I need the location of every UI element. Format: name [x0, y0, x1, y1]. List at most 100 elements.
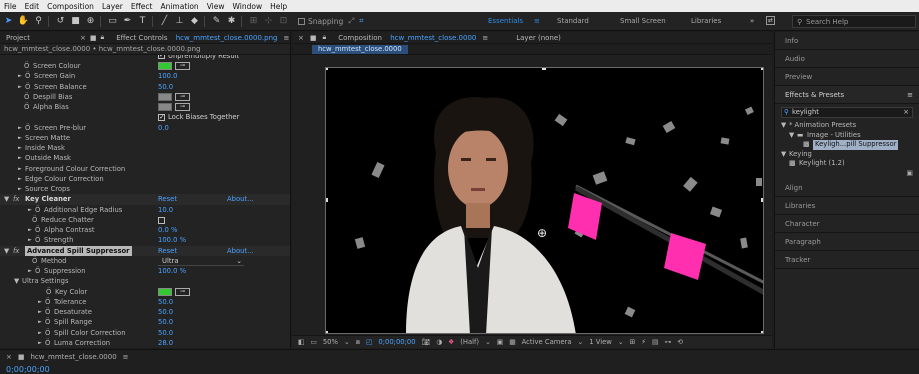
expand-arrow-icon[interactable]: ► — [28, 225, 32, 235]
workspace-libraries[interactable]: Libraries — [691, 17, 721, 25]
eyedropper-icon[interactable]: ⊸ — [175, 103, 190, 111]
expand-arrow-icon[interactable]: ► — [18, 123, 22, 133]
stopwatch-icon[interactable]: Ö — [25, 71, 30, 81]
expand-arrow-icon[interactable]: ► — [28, 205, 32, 215]
local-axis-mode-icon[interactable]: ⊞ — [247, 15, 260, 28]
expand-arrow-icon[interactable]: ► — [38, 317, 42, 327]
snapping-options-icon[interactable]: ⤢ — [348, 16, 354, 26]
disclosure-triangle-icon[interactable]: ▼ — [4, 194, 9, 204]
menu-item-composition[interactable]: Composition — [47, 2, 94, 11]
channel-icon[interactable]: ❖ — [448, 338, 454, 346]
type-tool-icon[interactable]: T — [136, 15, 149, 28]
property-value[interactable]: 50.0 — [158, 82, 173, 92]
stopwatch-icon[interactable]: Ö — [46, 287, 51, 297]
stopwatch-icon[interactable]: Ö — [32, 256, 37, 266]
resolution-dropdown[interactable]: (Half) — [460, 338, 479, 346]
color-swatch[interactable] — [158, 62, 172, 70]
property-value[interactable]: 50.0 — [158, 297, 173, 307]
menu-item-view[interactable]: View — [207, 2, 225, 11]
lock-biases-checkbox[interactable] — [158, 112, 165, 123]
property-row-screen-matte[interactable]: ► Screen Matte — [0, 133, 290, 143]
property-row-method[interactable]: Ö Method Ultra ⌄ — [0, 256, 290, 266]
property-value[interactable]: 50.0 — [158, 317, 173, 327]
close-tab-icon[interactable]: × — [298, 34, 304, 42]
panel-menu-icon[interactable]: ≡ — [482, 34, 488, 42]
workspace-standard[interactable]: Standard — [557, 17, 589, 25]
panel-character[interactable]: Character — [775, 215, 919, 233]
eyedropper-icon[interactable]: ⊸ — [175, 62, 190, 70]
stopwatch-icon[interactable]: Ö — [25, 82, 30, 92]
color-swatch[interactable] — [158, 287, 172, 296]
panel-menu-icon[interactable]: ≡ — [283, 34, 289, 42]
property-value[interactable]: 50.0 — [158, 307, 173, 317]
preview-monitor-icon[interactable]: ▭ — [310, 338, 316, 346]
snapshot-camera-icon[interactable]: 📷︎ — [422, 338, 431, 346]
pan-behind-tool-icon[interactable]: ⊕ — [84, 15, 97, 28]
property-row-alpha-bias[interactable]: Ö Alpha Bias ⊸ — [0, 102, 290, 112]
stopwatch-icon[interactable]: Ö — [45, 317, 50, 327]
property-row-lock-biases-together[interactable]: Lock Biases Together — [0, 112, 290, 123]
clear-search-icon[interactable]: × — [903, 108, 909, 117]
property-value[interactable]: 28.0 — [158, 338, 173, 348]
property-row-strength[interactable]: ► Ö Strength 100.0 % — [0, 235, 290, 245]
property-row-spill-range[interactable]: ► Ö Spill Range 50.0 — [0, 317, 290, 327]
property-row-luma-correction[interactable]: ► Ö Luma Correction 28.0 — [0, 338, 290, 348]
disclosure-triangle-icon[interactable]: ▼ — [14, 276, 19, 286]
timeline-timecode[interactable]: 0;00;00;00 — [6, 365, 50, 374]
transform-handle[interactable] — [761, 198, 763, 202]
property-row-screen-pre-blur[interactable]: ► Ö Screen Pre-blur 0.0 — [0, 123, 290, 133]
expand-arrow-icon[interactable]: ► — [18, 153, 22, 163]
stopwatch-icon[interactable]: Ö — [35, 235, 40, 245]
transform-handle[interactable] — [542, 68, 546, 70]
unpremultiply-checkbox[interactable] — [158, 55, 165, 60]
disclosure-triangle-icon[interactable]: ▼ — [781, 150, 786, 160]
disclosure-triangle-icon[interactable]: ▼ — [4, 246, 9, 256]
views-dropdown[interactable]: 1 View — [589, 338, 612, 346]
expand-arrow-icon[interactable]: ► — [28, 235, 32, 245]
snapping-feature-icon[interactable]: ⌗ — [359, 16, 363, 26]
effects-tree-item[interactable]: ▼ * Animation Presets — [775, 121, 919, 131]
panel-tracker[interactable]: Tracker — [775, 251, 919, 269]
menu-item-effect[interactable]: Effect — [131, 2, 153, 11]
transform-handle[interactable] — [761, 331, 763, 333]
property-row-outside-mask[interactable]: ► Outside Mask — [0, 153, 290, 163]
property-row-key-color[interactable]: Ö Key Color ⊸ — [0, 287, 290, 297]
property-value[interactable]: 100.0 — [158, 71, 177, 81]
panel-info[interactable]: Info — [775, 32, 919, 50]
view-axis-mode-icon[interactable]: ⊡ — [277, 15, 290, 28]
tab-composition[interactable]: Composition hcw_mmtest_close.0000 — [332, 34, 476, 42]
property-row-ultra-settings[interactable]: ▼ Ultra Settings — [0, 276, 290, 286]
expand-arrow-icon[interactable]: ► — [18, 71, 22, 81]
eyedropper-icon[interactable]: ⊸ — [175, 92, 190, 101]
effects-tree-item[interactable]: ▩ Keyligh...pill Suppressor — [775, 140, 919, 150]
show-snapshot-icon[interactable]: ◑ — [436, 338, 442, 346]
puppet-pin-tool-icon[interactable]: ✱ — [225, 15, 238, 28]
clone-stamp-tool-icon[interactable]: ⊥ — [173, 15, 186, 28]
property-row-advanced-spill-suppressor[interactable]: ▼ fx Advanced Spill Suppressor Reset About..… — [0, 245, 290, 256]
eraser-tool-icon[interactable]: ◆ — [188, 15, 201, 28]
effects-tree-item[interactable]: ▩ Keylight (1.2) — [775, 159, 919, 169]
panel-audio[interactable]: Audio — [775, 50, 919, 68]
property-value[interactable]: 50.0 — [158, 328, 173, 338]
search-help-field[interactable]: ⚲ Search Help — [792, 15, 916, 28]
property-value[interactable]: 0.0 — [158, 123, 169, 133]
expand-arrow-icon[interactable]: ► — [28, 266, 32, 276]
stopwatch-icon[interactable]: Ö — [45, 328, 50, 338]
workspace-small-screen[interactable]: Small Screen — [620, 17, 666, 25]
camera-dropdown[interactable]: Active Camera — [522, 338, 572, 346]
close-tab-icon[interactable]: × — [80, 34, 86, 42]
property-row-foreground-colour-correction[interactable]: ► Foreground Colour Correction — [0, 164, 290, 174]
toggle-pixel-aspect-icon[interactable]: ⊞ — [630, 338, 636, 346]
world-axis-mode-icon[interactable]: ⊹ — [262, 15, 275, 28]
expand-arrow-icon[interactable]: ► — [18, 143, 22, 153]
effect-name[interactable]: Key Cleaner — [25, 194, 71, 204]
disclosure-triangle-icon[interactable]: ▼ — [781, 121, 786, 131]
property-row-additional-edge-radius[interactable]: ► Ö Additional Edge Radius 10.0 — [0, 205, 290, 215]
chevron-down-icon[interactable]: ⌄ — [618, 338, 624, 346]
magnification-dropdown[interactable]: 50% — [323, 338, 338, 346]
always-preview-icon[interactable]: ◧ — [298, 338, 304, 346]
expand-arrow-icon[interactable]: ► — [18, 82, 22, 92]
transform-handle[interactable] — [326, 68, 328, 70]
stopwatch-icon[interactable]: Ö — [24, 61, 29, 71]
rectangle-tool-icon[interactable]: ▭ — [106, 15, 119, 28]
